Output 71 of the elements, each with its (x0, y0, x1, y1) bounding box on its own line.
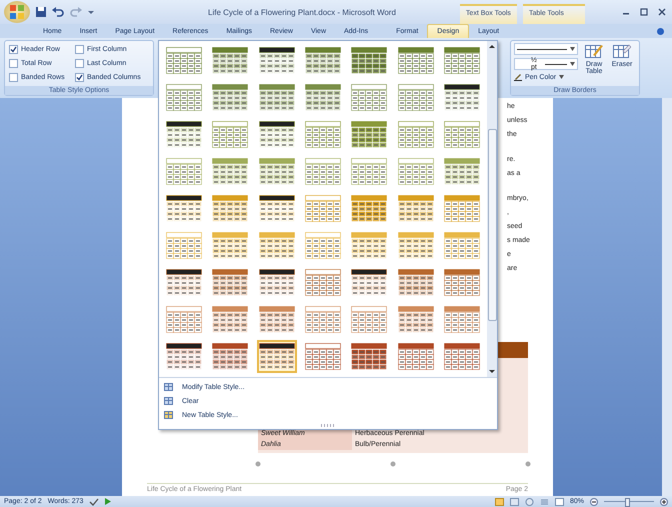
table-style-thumbnail[interactable] (442, 192, 482, 225)
checkbox[interactable] (75, 72, 84, 82)
table-style-thumbnail[interactable] (395, 340, 436, 373)
table-style-thumbnail[interactable] (256, 340, 297, 373)
vertical-scrollbar[interactable] (662, 98, 672, 496)
save-icon[interactable] (36, 7, 46, 17)
office-button[interactable] (4, 1, 30, 23)
table-icon (164, 410, 174, 420)
scroll-up-icon[interactable] (489, 44, 495, 49)
resize-grip[interactable] (321, 424, 335, 427)
zoom-slider-thumb[interactable] (624, 498, 630, 507)
table-style-thumbnail[interactable] (164, 81, 204, 114)
zoom-out-icon[interactable] (590, 498, 598, 506)
caret-icon (570, 62, 575, 66)
checkbox[interactable] (9, 72, 18, 82)
table-style-thumbnail[interactable] (395, 155, 436, 188)
table-style-thumbnail[interactable] (442, 303, 482, 336)
help-icon[interactable] (657, 28, 664, 34)
table-style-thumbnail[interactable] (302, 303, 344, 336)
table-style-thumbnail[interactable] (395, 118, 436, 151)
web-view-icon[interactable] (524, 498, 534, 506)
draft-view-icon[interactable] (554, 498, 564, 506)
proofing-icon[interactable] (89, 498, 100, 506)
table-style-thumbnail[interactable] (302, 229, 344, 262)
table-style-thumbnail[interactable] (349, 81, 390, 114)
zoom-in-icon[interactable] (660, 498, 668, 506)
table-style-thumbnail[interactable] (442, 340, 482, 373)
table-style-thumbnail[interactable] (164, 303, 204, 336)
table-pencil-icon (585, 43, 603, 59)
table-style-thumbnail[interactable] (302, 266, 344, 299)
checkbox[interactable] (9, 58, 18, 68)
close-icon[interactable] (658, 8, 666, 16)
table-style-thumbnail[interactable] (349, 303, 390, 336)
table-eraser-icon (613, 43, 631, 59)
caret-icon (570, 47, 575, 51)
play-icon[interactable] (105, 498, 112, 505)
outline-view-icon[interactable] (540, 498, 549, 506)
resize-handle-icon[interactable] (390, 461, 396, 467)
resize-handle-icon[interactable] (525, 461, 531, 467)
resize-handle-icon[interactable] (255, 461, 261, 467)
line-style-dropdown[interactable] (514, 43, 578, 55)
table-icon (164, 382, 174, 392)
table-style-thumbnail[interactable] (395, 44, 436, 77)
table-style-thumbnail[interactable] (442, 229, 482, 262)
table-style-thumbnail[interactable] (210, 118, 251, 151)
table-style-thumbnail[interactable] (302, 192, 344, 225)
table-icon (164, 396, 174, 406)
checkbox[interactable] (9, 45, 18, 54)
undo-icon[interactable] (52, 7, 64, 17)
window-title: Life Cycle of a Flowering Plant.docx - Microsoft Word (208, 8, 396, 16)
gallery-scrollbar[interactable] (487, 41, 497, 377)
caret-icon (559, 75, 564, 79)
table-style-thumbnail[interactable] (302, 340, 344, 373)
pencil-icon (514, 73, 522, 81)
table-style-thumbnail[interactable] (164, 229, 204, 262)
maximize-icon[interactable] (640, 8, 648, 16)
table-style-thumbnail[interactable] (164, 155, 204, 188)
table-style-thumbnail[interactable] (164, 44, 204, 77)
office-logo-icon (9, 4, 25, 20)
table-style-thumbnail[interactable] (349, 155, 390, 188)
table-style-thumbnail[interactable] (442, 266, 482, 299)
scroll-down-icon[interactable] (489, 369, 495, 374)
table-style-thumbnail[interactable] (302, 155, 344, 188)
full-screen-view-icon[interactable] (510, 498, 519, 506)
table-style-thumbnail[interactable] (442, 44, 482, 77)
table-style-thumbnail[interactable] (442, 118, 482, 151)
checkbox[interactable] (75, 58, 84, 68)
table-style-thumbnail[interactable] (395, 81, 436, 114)
customize-caret-icon[interactable] (88, 9, 94, 15)
checkbox[interactable] (75, 45, 84, 54)
table-style-thumbnail[interactable] (302, 118, 344, 151)
